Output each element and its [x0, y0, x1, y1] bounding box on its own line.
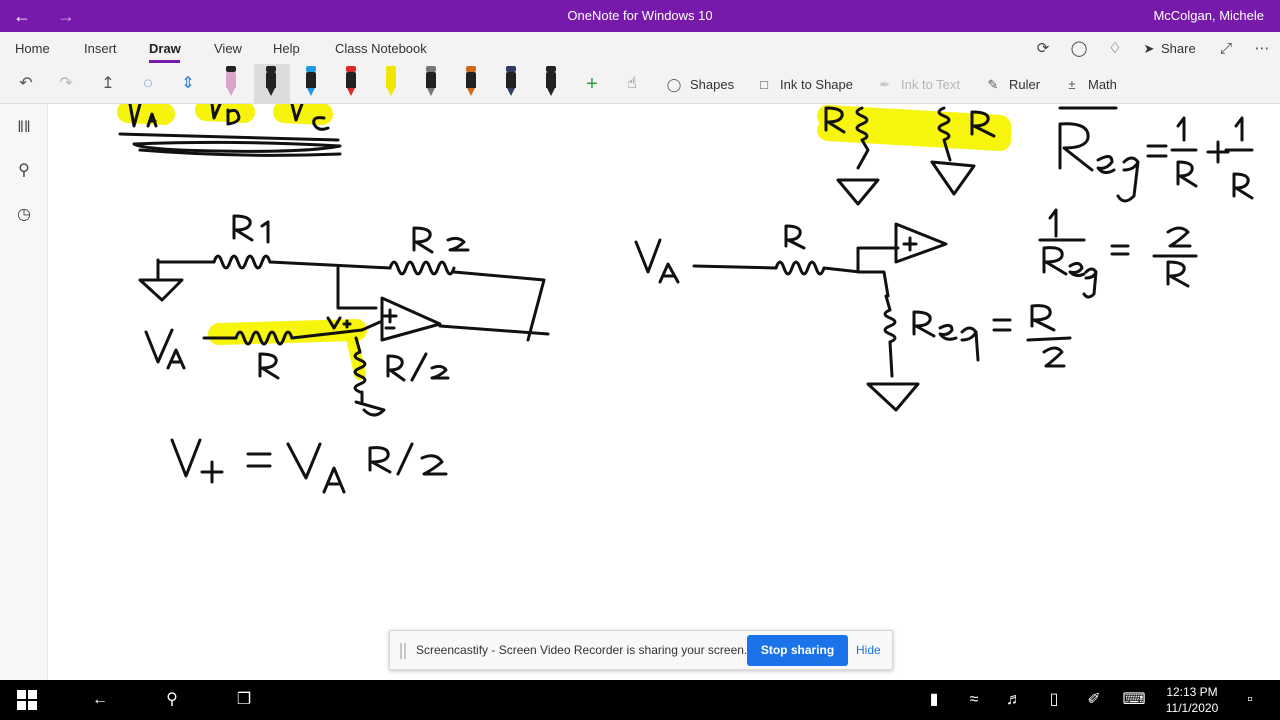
undo-icon[interactable]: ↶ — [14, 72, 38, 96]
math-icon: ± — [1068, 77, 1076, 92]
onenote-window: ← → OneNote for Windows 10 McColgan, Mic… — [0, 0, 1280, 720]
tab-draw[interactable]: Draw — [149, 41, 181, 56]
navigation-rail: ‖‖ ⚲ ◷ — [0, 104, 48, 680]
type-select-icon[interactable]: ↥ — [96, 72, 120, 96]
search-icon[interactable]: ⚲ — [12, 159, 36, 183]
title-bar: ← → OneNote for Windows 10 McColgan, Mic… — [0, 0, 1280, 32]
sync-icon[interactable]: ⟳ — [1032, 38, 1054, 60]
pen-black[interactable] — [264, 66, 278, 100]
ink-to-shape-label: Ink to Shape — [780, 77, 853, 92]
tab-home[interactable]: Home — [15, 41, 50, 56]
tab-insert[interactable]: Insert — [84, 41, 117, 56]
tab-class-notebook[interactable]: Class Notebook — [335, 41, 427, 56]
highlighter-yellow[interactable] — [384, 66, 398, 100]
pen-black-2[interactable] — [544, 66, 558, 100]
fullscreen-icon[interactable]: ⤢ — [1215, 38, 1237, 60]
ink-to-text-label: Ink to Text — [901, 77, 961, 92]
pen-gray[interactable] — [424, 66, 438, 100]
screen-sharing-banner: Screencastify - Screen Video Recorder is… — [389, 630, 893, 670]
ruler-button[interactable]: ✎ Ruler — [983, 74, 1041, 96]
recent-clock-icon[interactable]: ◷ — [12, 203, 36, 227]
task-view-icon[interactable]: ❐ — [232, 688, 256, 712]
notifications-icon[interactable]: ▫ — [1238, 688, 1262, 712]
tab-help[interactable]: Help — [273, 41, 300, 56]
add-pen-icon[interactable]: + — [580, 72, 604, 96]
back-arrow-icon[interactable]: ← — [88, 688, 112, 712]
touch-draw-icon[interactable]: ☝ — [620, 72, 644, 96]
pen-navy[interactable] — [504, 66, 518, 100]
ruler-icon: ✎ — [987, 77, 999, 92]
app-title: OneNote for Windows 10 — [567, 8, 713, 23]
clock-date: 11/1/2020 — [1165, 701, 1219, 715]
user-name[interactable]: McColgan, Michele — [1153, 8, 1264, 23]
share-label: Share — [1161, 41, 1196, 56]
lightbulb-icon[interactable]: ◯ — [1068, 38, 1090, 60]
stop-sharing-button[interactable]: Stop sharing — [747, 635, 848, 666]
bell-icon[interactable]: ♢ — [1104, 38, 1126, 60]
pen-icon[interactable]: ✐ — [1082, 688, 1106, 712]
redo-icon[interactable]: ↷ — [54, 72, 78, 96]
draw-toolbar: ↶ ↷ ↥ ◌ ⇕ + ☝ ◯ Shapes □ Ink to Shape ✒ … — [0, 64, 1280, 104]
page-canvas[interactable] — [49, 104, 1280, 680]
math-button[interactable]: ± Math — [1062, 74, 1117, 96]
math-label: Math — [1088, 77, 1117, 92]
pen-pink[interactable] — [224, 66, 238, 100]
search-icon[interactable]: ⚲ — [160, 688, 184, 712]
tab-view[interactable]: View — [214, 41, 242, 56]
usb-device-icon[interactable]: ▯ — [1042, 688, 1066, 712]
ink-to-shape-icon: □ — [760, 77, 768, 92]
clock-time: 12:13 PM — [1166, 685, 1218, 699]
battery-icon[interactable]: ▮ — [922, 688, 946, 712]
lasso-select-icon[interactable]: ◌ — [136, 72, 160, 96]
ink-to-text-icon: ✒ — [879, 77, 891, 92]
ruler-label: Ruler — [1009, 77, 1041, 92]
ribbon-tabs: Home Insert Draw View Help Class Noteboo… — [0, 32, 1280, 64]
windows-start-icon[interactable] — [17, 690, 37, 710]
drag-handle-icon[interactable] — [400, 643, 406, 659]
hide-banner-link[interactable]: Hide — [856, 643, 881, 657]
ink-to-shape-button[interactable]: □ Ink to Shape — [754, 74, 853, 96]
system-clock[interactable]: 12:13 PM 11/1/2020 — [1154, 684, 1230, 716]
volume-icon[interactable]: ♬ — [1002, 688, 1026, 712]
share-icon: ➤ — [1143, 41, 1155, 56]
share-button[interactable]: ➤ Share — [1141, 38, 1196, 60]
pen-blue[interactable] — [304, 66, 318, 100]
pen-orange[interactable] — [464, 66, 478, 100]
shapes-label: Shapes — [690, 77, 735, 92]
notebooks-icon[interactable]: ‖‖ — [12, 116, 36, 140]
sharing-message: Screencastify - Screen Video Recorder is… — [416, 643, 748, 657]
pen-red[interactable] — [344, 66, 358, 100]
ink-to-text-button[interactable]: ✒ Ink to Text — [875, 74, 960, 96]
shapes-icon: ◯ — [666, 77, 682, 92]
handwritten-circuit-notes — [117, 104, 1254, 494]
add-space-icon[interactable]: ⇕ — [176, 72, 200, 96]
more-icon[interactable]: ⋯ — [1251, 38, 1273, 60]
shapes-button[interactable]: ◯ Shapes — [664, 74, 734, 96]
active-tab-underline — [149, 60, 180, 63]
windows-taskbar: ← ⚲ ❐ ▮ ≈ ♬ ▯ ✐ ⌨ 12:13 PM 11/1/2020 ▫ — [0, 680, 1280, 720]
wifi-icon[interactable]: ≈ — [962, 688, 986, 712]
keyboard-icon[interactable]: ⌨ — [1122, 688, 1146, 712]
